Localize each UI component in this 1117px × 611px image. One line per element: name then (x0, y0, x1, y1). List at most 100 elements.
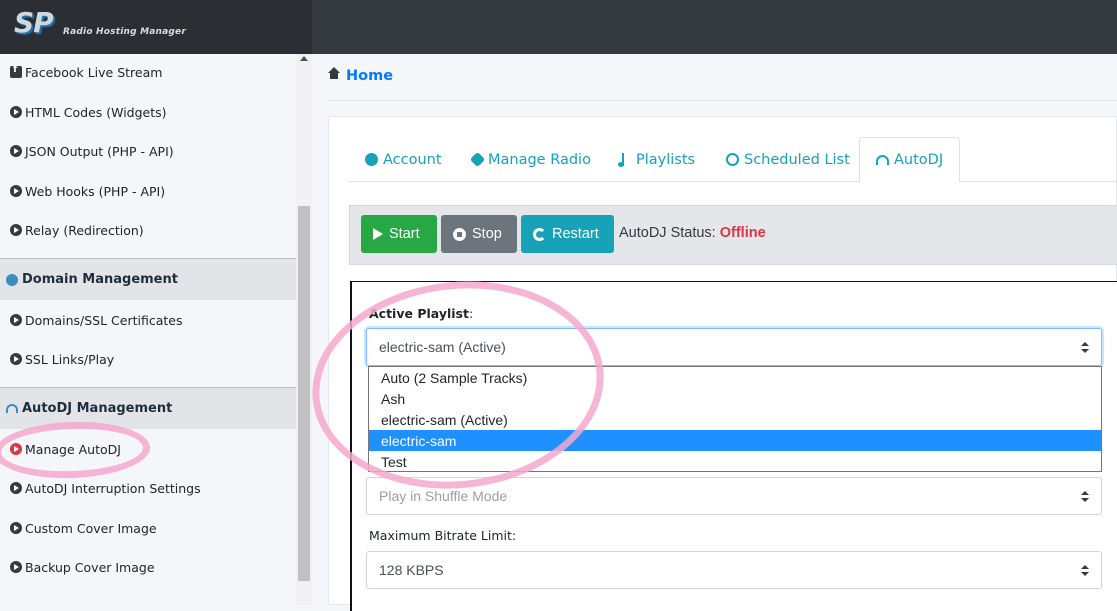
autodj-card: Account Manage Radio Playlists Scheduled… (328, 116, 1117, 611)
tab-playlists[interactable]: Playlists (606, 137, 711, 182)
sidebar-item-custom-cover[interactable]: Custom Cover Image (0, 518, 296, 538)
brand-logo: SP (14, 6, 54, 39)
sidebar: Facebook Live Stream HTML Codes (Widgets… (0, 54, 296, 605)
sidebar-item-label: Manage AutoDJ (25, 441, 121, 457)
tab-scheduled-list[interactable]: Scheduled List (710, 137, 866, 182)
sidebar-item-label: Web Hooks (PHP - API) (25, 183, 166, 199)
chevron-circle-right-icon (10, 522, 22, 534)
chevron-circle-right-icon (10, 561, 22, 573)
active-playlist-label-text: Active Playlist (369, 306, 469, 321)
play-mode-select[interactable]: Play in Shuffle Mode (366, 477, 1102, 515)
scroll-up-arrow-icon[interactable] (300, 56, 308, 61)
select-arrows-icon (1081, 342, 1089, 354)
tab-label: Manage Radio (488, 151, 591, 168)
dropdown-option-highlighted[interactable]: electric-sam (369, 430, 1101, 451)
brand-area[interactable]: SP Radio Hosting Manager (0, 0, 312, 54)
sidebar-item-web-hooks[interactable]: Web Hooks (PHP - API) (0, 181, 296, 201)
sidebar-item-ssl-links[interactable]: SSL Links/Play (0, 349, 296, 369)
tab-autodj[interactable]: AutoDJ (859, 137, 961, 183)
main-content: Home Account Manage Radio Playlists Sche… (312, 54, 1117, 611)
status-badge: Offline (719, 225, 766, 241)
sidebar-item-facebook-live[interactable]: Facebook Live Stream (0, 62, 296, 82)
chevron-circle-right-icon (10, 443, 22, 455)
sidebar-item-label: Custom Cover Image (25, 520, 157, 536)
stop-button-label: Stop (472, 226, 502, 242)
sidebar-item-label: Domains/SSL Certificates (25, 312, 183, 328)
sidebar-item-relay[interactable]: Relay (Redirection) (0, 220, 296, 240)
chevron-circle-right-icon (10, 224, 22, 236)
sidebar-section-domain-management[interactable]: Domain Management (0, 258, 296, 300)
brand-subtitle: Radio Hosting Manager (63, 27, 186, 37)
divider (328, 100, 1117, 101)
facebook-square-icon (10, 64, 22, 78)
restart-button[interactable]: Restart (521, 215, 614, 253)
stop-circle-icon (453, 227, 466, 241)
autodj-settings-form: Active Playlist: electric-sam (Active) P… (350, 281, 1117, 611)
start-button[interactable]: Start (361, 215, 437, 253)
sidebar-section-label: Domain Management (22, 272, 178, 287)
sidebar-item-label: HTML Codes (Widgets) (25, 104, 167, 120)
restart-button-label: Restart (552, 226, 599, 242)
status-label: AutoDJ Status: (619, 225, 716, 241)
music-icon (618, 153, 631, 167)
dropdown-option[interactable]: Auto (2 Sample Tracks) (369, 367, 1101, 388)
tab-label: Account (383, 151, 442, 168)
sidebar-item-autodj-interruption[interactable]: AutoDJ Interruption Settings (0, 478, 296, 498)
sidebar-section-autodj-management[interactable]: AutoDJ Management (0, 387, 296, 429)
select-arrows-icon (1081, 491, 1089, 503)
sidebar-item-label: AutoDJ Interruption Settings (25, 480, 201, 496)
headphones-icon (876, 155, 889, 165)
play-icon (373, 228, 383, 240)
breadcrumb-home[interactable]: Home (346, 68, 393, 84)
tab-manage-radio[interactable]: Manage Radio (456, 137, 607, 182)
user-circle-icon (365, 153, 378, 166)
tab-label: Scheduled List (744, 151, 850, 168)
tab-label: Playlists (636, 151, 696, 168)
dropdown-option[interactable]: Test (369, 451, 1101, 472)
gear-icon (469, 151, 486, 168)
stop-button[interactable]: Stop (441, 215, 517, 253)
chevron-circle-right-icon (10, 106, 22, 118)
dropdown-option[interactable]: Ash (369, 388, 1101, 409)
sidebar-item-label: SSL Links/Play (25, 351, 115, 367)
active-playlist-select[interactable]: electric-sam (Active) (366, 328, 1102, 366)
tab-label: AutoDJ (894, 152, 944, 168)
sidebar-item-backup-cover[interactable]: Backup Cover Image (0, 557, 296, 577)
headphones-icon (6, 404, 18, 413)
active-playlist-label-colon: : (468, 306, 474, 321)
autodj-status: AutoDJ Status: Offline (619, 225, 766, 241)
sidebar-item-domains-ssl[interactable]: Domains/SSL Certificates (0, 310, 296, 330)
chevron-circle-right-icon (10, 314, 22, 326)
playlist-dropdown-list[interactable]: Auto (2 Sample Tracks) Ash electric-sam … (368, 366, 1102, 472)
chevron-circle-right-icon (10, 482, 22, 494)
sidebar-item-html-codes[interactable]: HTML Codes (Widgets) (0, 102, 296, 122)
sidebar-item-manage-autodj[interactable]: Manage AutoDJ (0, 439, 296, 459)
clock-icon (726, 153, 739, 166)
sidebar-item-label: Backup Cover Image (25, 559, 155, 575)
active-playlist-value: electric-sam (Active) (379, 339, 506, 355)
bitrate-label: Maximum Bitrate Limit: (369, 528, 517, 543)
sidebar-item-label: Relay (Redirection) (25, 222, 144, 238)
chevron-circle-right-icon (10, 353, 22, 365)
autodj-toolbar: Start Stop Restart AutoDJ Status: Offlin… (349, 205, 1117, 265)
sidebar-section-label: AutoDJ Management (22, 401, 173, 416)
sidebar-item-label: JSON Output (PHP - API) (25, 143, 174, 159)
dropdown-option[interactable]: electric-sam (Active) (369, 409, 1101, 430)
globe-icon (6, 273, 18, 286)
bitrate-value: 128 KBPS (379, 562, 444, 578)
bitrate-select[interactable]: 128 KBPS (366, 551, 1102, 589)
active-playlist-label: Active Playlist: (369, 306, 473, 321)
sidebar-item-label: Facebook Live Stream (25, 64, 163, 80)
chevron-circle-right-icon (10, 145, 22, 157)
sidebar-scrollbar-thumb[interactable] (298, 206, 310, 581)
breadcrumb[interactable]: Home (328, 67, 393, 84)
home-icon (328, 67, 340, 81)
select-arrows-icon (1081, 565, 1089, 577)
tab-account[interactable]: Account (349, 137, 458, 182)
chevron-circle-right-icon (10, 185, 22, 197)
sidebar-scrollbar[interactable] (296, 54, 312, 605)
play-mode-value: Play in Shuffle Mode (379, 488, 508, 504)
start-button-label: Start (389, 226, 420, 242)
top-navbar: SP Radio Hosting Manager (0, 0, 1117, 54)
sidebar-item-json-output[interactable]: JSON Output (PHP - API) (0, 141, 296, 161)
